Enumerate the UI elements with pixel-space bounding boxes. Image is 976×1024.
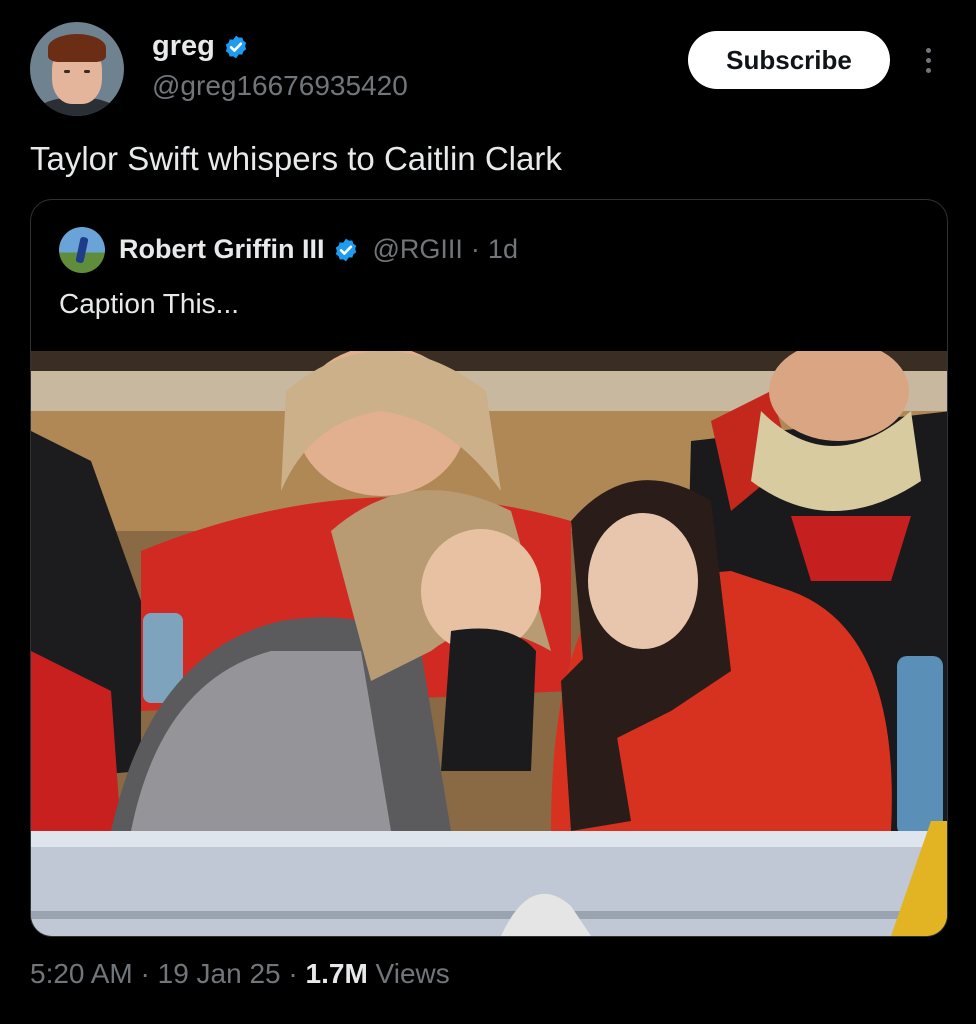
- quoted-author-avatar[interactable]: [59, 227, 105, 273]
- tweet-time[interactable]: 5:20 AM: [30, 958, 133, 989]
- verified-badge-icon: [225, 35, 247, 58]
- author-display-name[interactable]: greg: [152, 30, 215, 63]
- more-vertical-icon[interactable]: [916, 40, 940, 80]
- meta-separator: ·: [140, 958, 150, 989]
- views-count: 1.7M: [305, 958, 368, 989]
- quoted-tweet-card[interactable]: Robert Griffin III @RGIII · 1d Caption T…: [30, 199, 948, 937]
- author-handle[interactable]: @greg16676935420: [152, 70, 408, 102]
- tweet-date[interactable]: 19 Jan 25: [158, 958, 281, 989]
- avatar-eye-left: [64, 70, 70, 73]
- quoted-separator: ·: [470, 234, 480, 264]
- more-dot: [925, 67, 931, 73]
- quoted-photo[interactable]: [31, 351, 947, 936]
- more-dot: [925, 47, 931, 53]
- views-label: Views: [375, 958, 450, 989]
- more-dot: [925, 57, 931, 63]
- quoted-handle[interactable]: @RGIII: [373, 234, 463, 265]
- author-avatar[interactable]: [30, 22, 124, 116]
- quoted-age[interactable]: 1d: [488, 234, 518, 265]
- quoted-header: Robert Griffin III @RGIII · 1d: [119, 234, 518, 265]
- tweet-text: Taylor Swift whispers to Caitlin Clark: [30, 140, 562, 177]
- avatar-eye-right: [84, 70, 90, 73]
- meta-separator: ·: [288, 958, 298, 989]
- author-name-row: greg: [152, 30, 249, 63]
- subscribe-button[interactable]: Subscribe: [688, 31, 890, 89]
- avatar-figure: [75, 236, 89, 264]
- verified-badge-icon: [335, 238, 356, 261]
- tweet-meta: 5:20 AM · 19 Jan 25 · 1.7M Views: [30, 958, 450, 990]
- quoted-text: Caption This...: [59, 288, 240, 319]
- avatar-hair: [48, 34, 106, 62]
- quoted-display-name[interactable]: Robert Griffin III: [119, 234, 325, 265]
